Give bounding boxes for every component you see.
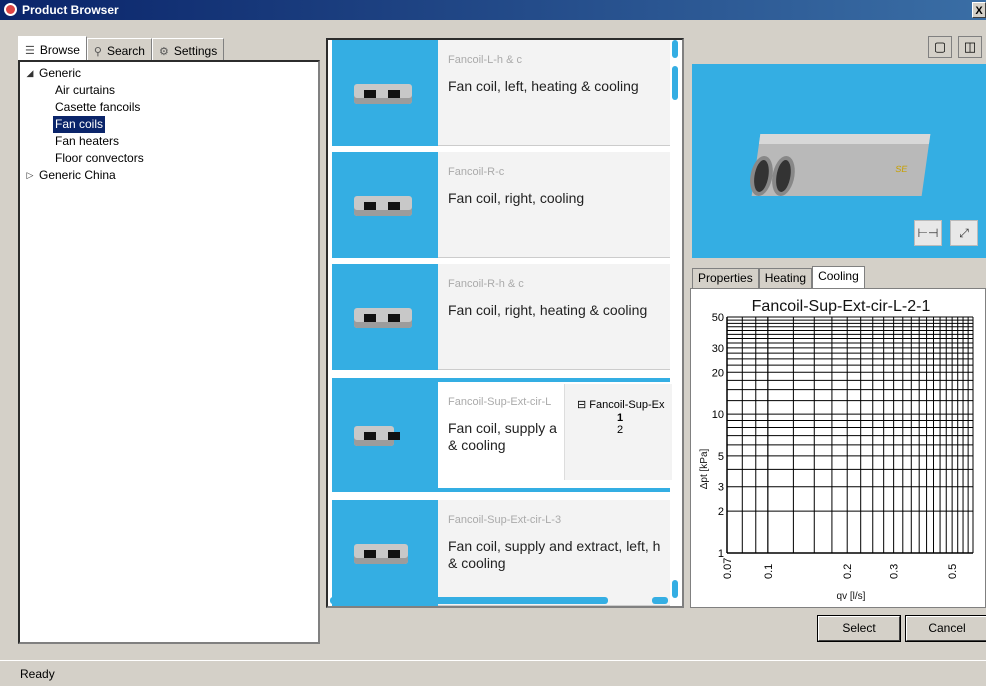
product-3d-preview[interactable]: SE ⊢⊣ ⤢ <box>692 64 986 258</box>
product-card[interactable]: Fancoil-R-h & c Fan coil, right, heating… <box>332 264 670 370</box>
product-thumbnail <box>332 500 438 606</box>
y-tick-label: 20 <box>712 367 724 379</box>
search-icon: ⚲ <box>93 45 102 58</box>
tab-properties[interactable]: Properties <box>692 268 759 288</box>
fancoil-3d-model: SE <box>747 134 931 196</box>
measure-icon[interactable]: ⊢⊣ <box>914 220 942 246</box>
view-2d-button[interactable]: ▢ <box>928 36 952 58</box>
product-thumbnail <box>332 40 438 146</box>
property-tabs: Properties Heating Cooling <box>692 266 865 288</box>
tree-node-air-curtains[interactable]: Air curtains <box>23 82 318 99</box>
view-buttons: ▢ ◫ <box>928 36 982 58</box>
product-code: Fancoil-Sup-Ext-cir-L-3 <box>448 514 562 526</box>
expand-triangle-icon[interactable]: ▷ <box>23 167 37 184</box>
product-thumbnail <box>332 152 438 258</box>
product-card-selected[interactable]: Fancoil-Sup-Ext-cir-L Fan coil, supply a… <box>332 378 672 492</box>
unit-logo: SE <box>894 164 909 174</box>
cancel-button[interactable]: Cancel <box>906 616 986 641</box>
product-description: Fan coil, left, heating & cooling <box>448 78 639 94</box>
product-code: Fancoil-L-h & c <box>448 54 522 66</box>
cooling-chart-panel: Fancoil-Sup-Ext-cir-L-2-1 1 2 3 5 10 20 30 50 0.… <box>690 288 986 608</box>
scroll-right-button[interactable] <box>652 597 668 604</box>
product-card[interactable]: Fancoil-R-c Fan coil, right, cooling <box>332 152 670 258</box>
product-description: Fan coil, right, cooling <box>448 190 585 206</box>
tab-settings[interactable]: ⚙ Settings <box>151 38 225 60</box>
x-tick-label: 0.1 <box>763 564 775 579</box>
product-code: Fancoil-R-c <box>448 166 505 178</box>
window-title: Product Browser <box>22 3 119 17</box>
title-bar: Product Browser X <box>0 0 986 20</box>
product-code: Fancoil-Sup-Ext-cir-L <box>448 396 552 408</box>
tree-node-fan-coils[interactable]: Fan coils <box>23 116 318 133</box>
app-logo-icon <box>4 3 17 16</box>
product-code: Fancoil-R-h & c <box>448 278 524 290</box>
browse-tabs: ☰ Browse ⚲ Search ⚙ Settings <box>18 36 225 60</box>
tree-icon: ☰ <box>25 44 35 57</box>
x-tick-label: 0.3 <box>889 564 901 579</box>
tab-heating[interactable]: Heating <box>758 268 813 288</box>
select-button[interactable]: Select <box>818 616 900 641</box>
chart-title: Fancoil-Sup-Ext-cir-L-2-1 <box>752 298 931 315</box>
y-tick-label: 10 <box>712 409 724 421</box>
y-tick-label: 3 <box>718 482 724 494</box>
product-card[interactable]: Fancoil-L-h & c Fan coil, left, heating … <box>332 40 670 146</box>
variant-header[interactable]: ⊟ Fancoil-Sup-Ex <box>577 398 664 411</box>
scroll-left-button[interactable] <box>330 597 342 604</box>
x-axis-label: qv [l/s] <box>837 591 866 602</box>
product-description: Fan coil, right, heating & cooling <box>448 302 648 318</box>
close-button[interactable]: X <box>972 2 986 18</box>
variant-item[interactable]: 1 <box>617 412 623 424</box>
y-tick-label: 30 <box>712 343 724 355</box>
tree-node-fan-heaters[interactable]: Fan heaters <box>23 133 318 150</box>
tab-cooling[interactable]: Cooling <box>812 266 865 288</box>
product-thumbnail <box>332 264 438 370</box>
y-tick-label: 2 <box>718 506 724 518</box>
product-description: Fan coil, supply and extract, left, h & … <box>448 538 661 571</box>
product-thumbnail <box>332 382 438 488</box>
x-tick-label: 0.2 <box>842 564 854 579</box>
tree-node-generic[interactable]: ◢ Generic <box>23 65 318 82</box>
tab-browse[interactable]: ☰ Browse <box>18 36 87 60</box>
product-list[interactable]: Fancoil-L-h & c Fan coil, left, heating … <box>326 38 684 608</box>
y-tick-label: 5 <box>718 451 724 463</box>
product-card[interactable]: Fancoil-Sup-Ext-cir-L-3 Fan coil, supply… <box>332 500 670 606</box>
x-tick-label: 0.07 <box>722 558 734 579</box>
variant-item[interactable]: 2 <box>617 424 623 436</box>
gear-icon: ⚙ <box>158 45 169 58</box>
view-3d-button[interactable]: ◫ <box>958 36 982 58</box>
status-text: Ready <box>20 667 55 681</box>
collapse-triangle-icon[interactable]: ◢ <box>23 65 37 82</box>
horizontal-scrollbar-thumb[interactable] <box>346 597 608 604</box>
y-axis-label: Δpt [kPa] <box>699 448 710 489</box>
y-tick-label: 50 <box>712 312 724 324</box>
fullscreen-icon[interactable]: ⤢ <box>950 220 978 246</box>
vertical-scrollbar-thumb[interactable] <box>672 40 678 58</box>
product-description: Fan coil, supply a & cooling <box>448 420 557 453</box>
tab-search[interactable]: ⚲ Search <box>86 38 152 60</box>
vertical-scrollbar-thumb[interactable] <box>672 580 678 598</box>
cooling-chart: Fancoil-Sup-Ext-cir-L-2-1 1235102030500.… <box>699 298 974 602</box>
tree-node-floor-convectors[interactable]: Floor convectors <box>23 150 318 167</box>
vertical-scrollbar-thumb[interactable] <box>672 66 678 100</box>
tree-node-generic-china[interactable]: ▷ Generic China <box>23 167 318 184</box>
status-bar: Ready <box>0 660 986 686</box>
variant-popup[interactable]: ⊟ Fancoil-Sup-Ex 1 2 <box>564 384 672 480</box>
category-tree[interactable]: ◢ Generic Air curtains Casette fancoils … <box>18 60 320 644</box>
x-tick-label: 0.5 <box>947 564 959 579</box>
tree-node-casette-fancoils[interactable]: Casette fancoils <box>23 99 318 116</box>
